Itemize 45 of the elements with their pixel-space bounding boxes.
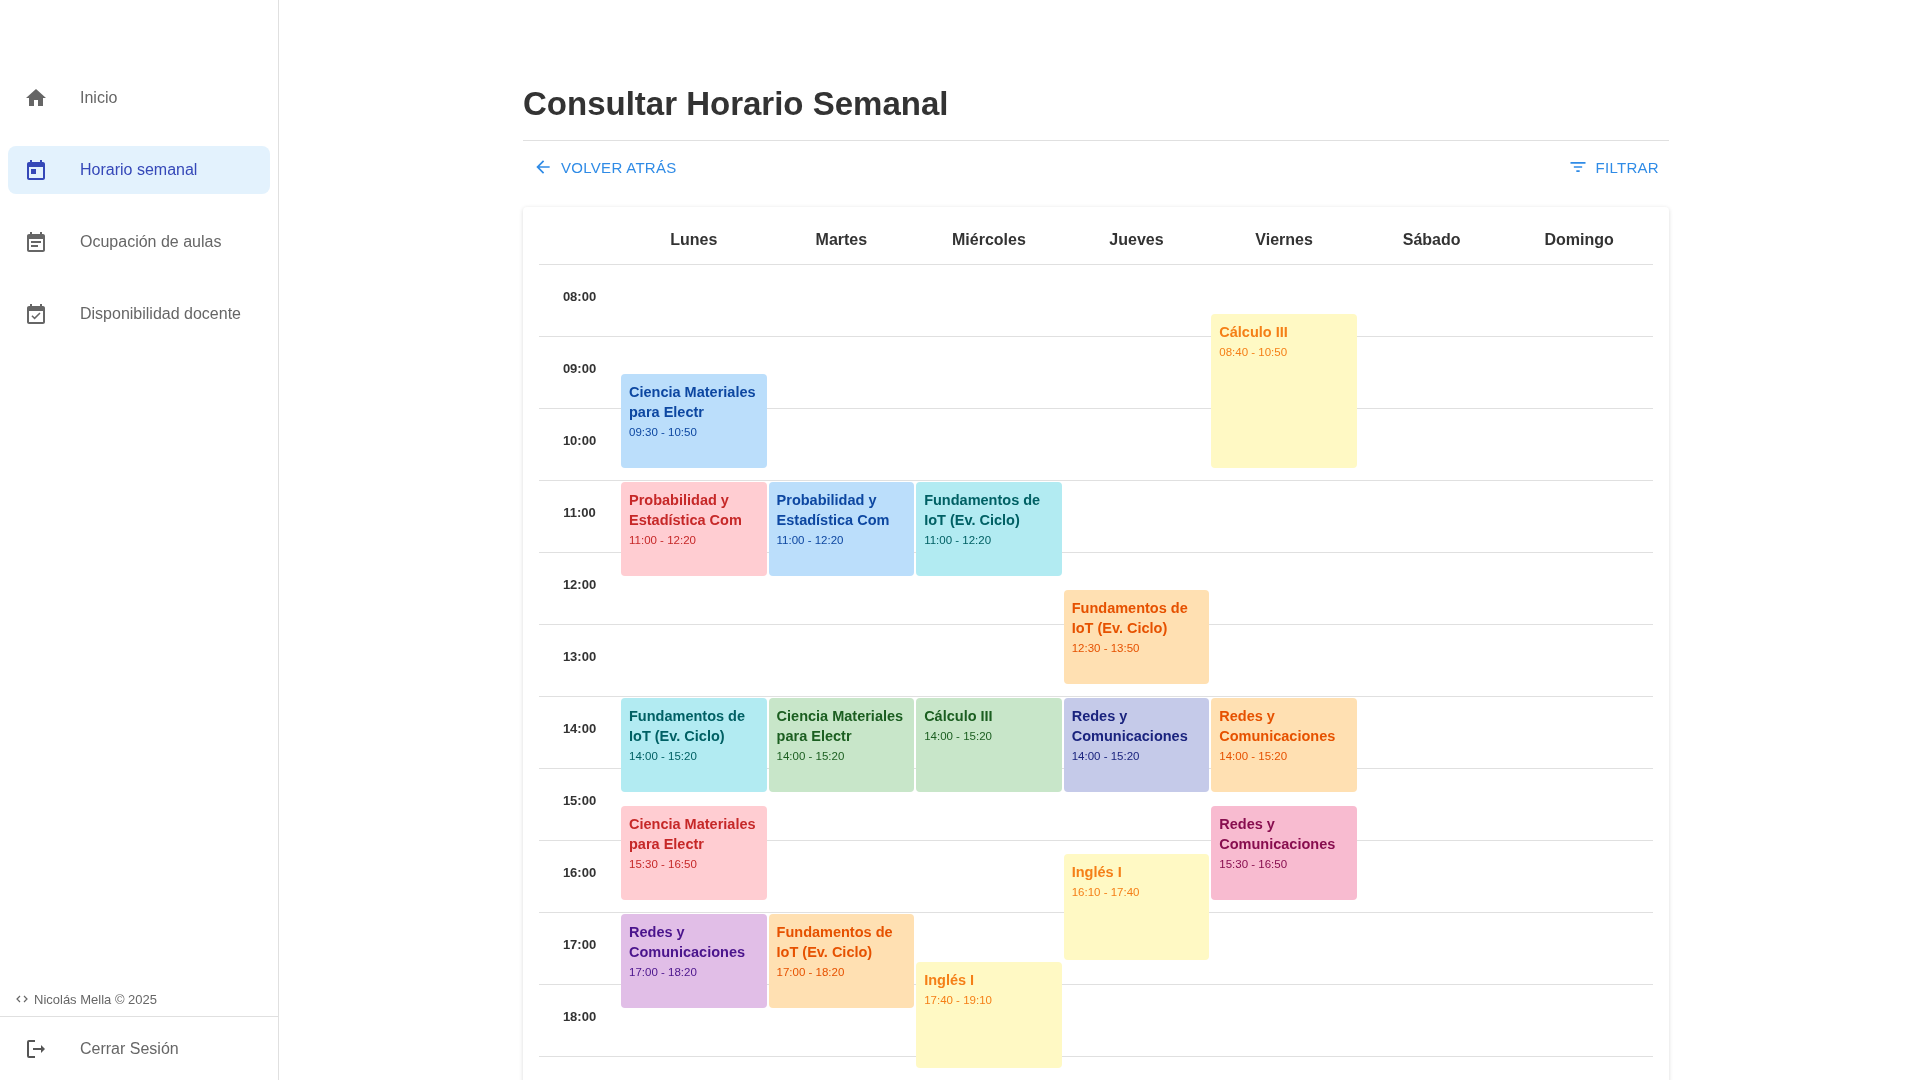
hour-label: 10:00 [561, 433, 598, 448]
nav-item[interactable]: Inicio [8, 74, 270, 122]
filter-button[interactable]: FILTRAR [1565, 153, 1661, 181]
class-event[interactable]: Redes y Comunicaciones 15:30 - 16:50 [1211, 806, 1357, 900]
hour-label: 11:00 [562, 505, 597, 520]
class-event[interactable]: Fundamentos de IoT (Ev. Ciclo) 17:00 - 18:20 [768, 914, 915, 1008]
day-header: Lunes [670, 230, 718, 249]
class-event[interactable]: Redes y Comunicaciones 14:00 - 15:20 [1063, 698, 1210, 792]
calendar-check-icon [24, 302, 48, 326]
class-event[interactable]: Redes y Comunicaciones 14:00 - 15:20 [1211, 698, 1357, 792]
hour-label: 17:00 [561, 937, 598, 952]
logout-button[interactable]: Cerrar Sesión [0, 1016, 278, 1080]
day-header: Jueves [1109, 230, 1164, 249]
hour-label: 15:00 [561, 793, 598, 808]
hour-label: 09:00 [561, 361, 598, 376]
calendar-icon [24, 158, 48, 182]
calendar-icon [24, 230, 48, 254]
page-title: Consultar Horario Semanal [523, 84, 949, 124]
hour-label: 16:00 [561, 865, 598, 880]
hour-label: 08:00 [561, 289, 598, 304]
day-header: Martes [815, 230, 868, 249]
class-event[interactable]: Ciencia Materiales para Electr 14:00 - 15:20 [768, 698, 915, 792]
nav-item[interactable]: Ocupación de aulas [8, 218, 270, 266]
class-event[interactable]: Probabilidad y Estadística Com 11:00 - 12:20 [768, 482, 915, 576]
hour-label: 13:00 [561, 649, 598, 664]
class-event[interactable]: Ciencia Materiales para Electr 15:30 - 16:50 [621, 806, 767, 900]
code-icon [16, 994, 28, 1004]
hour-label: 18:00 [561, 1009, 598, 1024]
class-event[interactable]: Ciencia Materiales para Electr 09:30 - 10:50 [621, 374, 767, 468]
back-button[interactable]: VOLVER ATRÁS [531, 153, 679, 181]
hour-label: 14:00 [561, 721, 598, 736]
class-event[interactable]: Fundamentos de IoT (Ev. Ciclo) 14:00 - 15:20 [621, 698, 767, 792]
class-event[interactable]: Cálculo III 14:00 - 15:20 [916, 698, 1062, 792]
hour-label: 12:00 [561, 577, 598, 592]
class-event[interactable]: Probabilidad y Estadística Com 11:00 - 12:20 [621, 482, 767, 576]
day-header: Viernes [1255, 230, 1313, 249]
class-event[interactable]: Redes y Comunicaciones 17:00 - 18:20 [621, 914, 767, 1008]
nav-item[interactable]: Disponibilidad docente [8, 290, 270, 338]
class-event[interactable]: Fundamentos de IoT (Ev. Ciclo) 11:00 - 12:20 [916, 482, 1062, 576]
day-header: Miércoles [952, 230, 1026, 249]
day-header: Domingo [1544, 230, 1614, 249]
class-event[interactable]: Fundamentos de IoT (Ev. Ciclo) 12:30 - 13:50 [1063, 590, 1210, 684]
day-header: Sábado [1402, 230, 1461, 249]
copyright-text: Nicolás Mella © 2025 [34, 991, 158, 1007]
nav-item[interactable]: Horario semanal [8, 146, 270, 194]
